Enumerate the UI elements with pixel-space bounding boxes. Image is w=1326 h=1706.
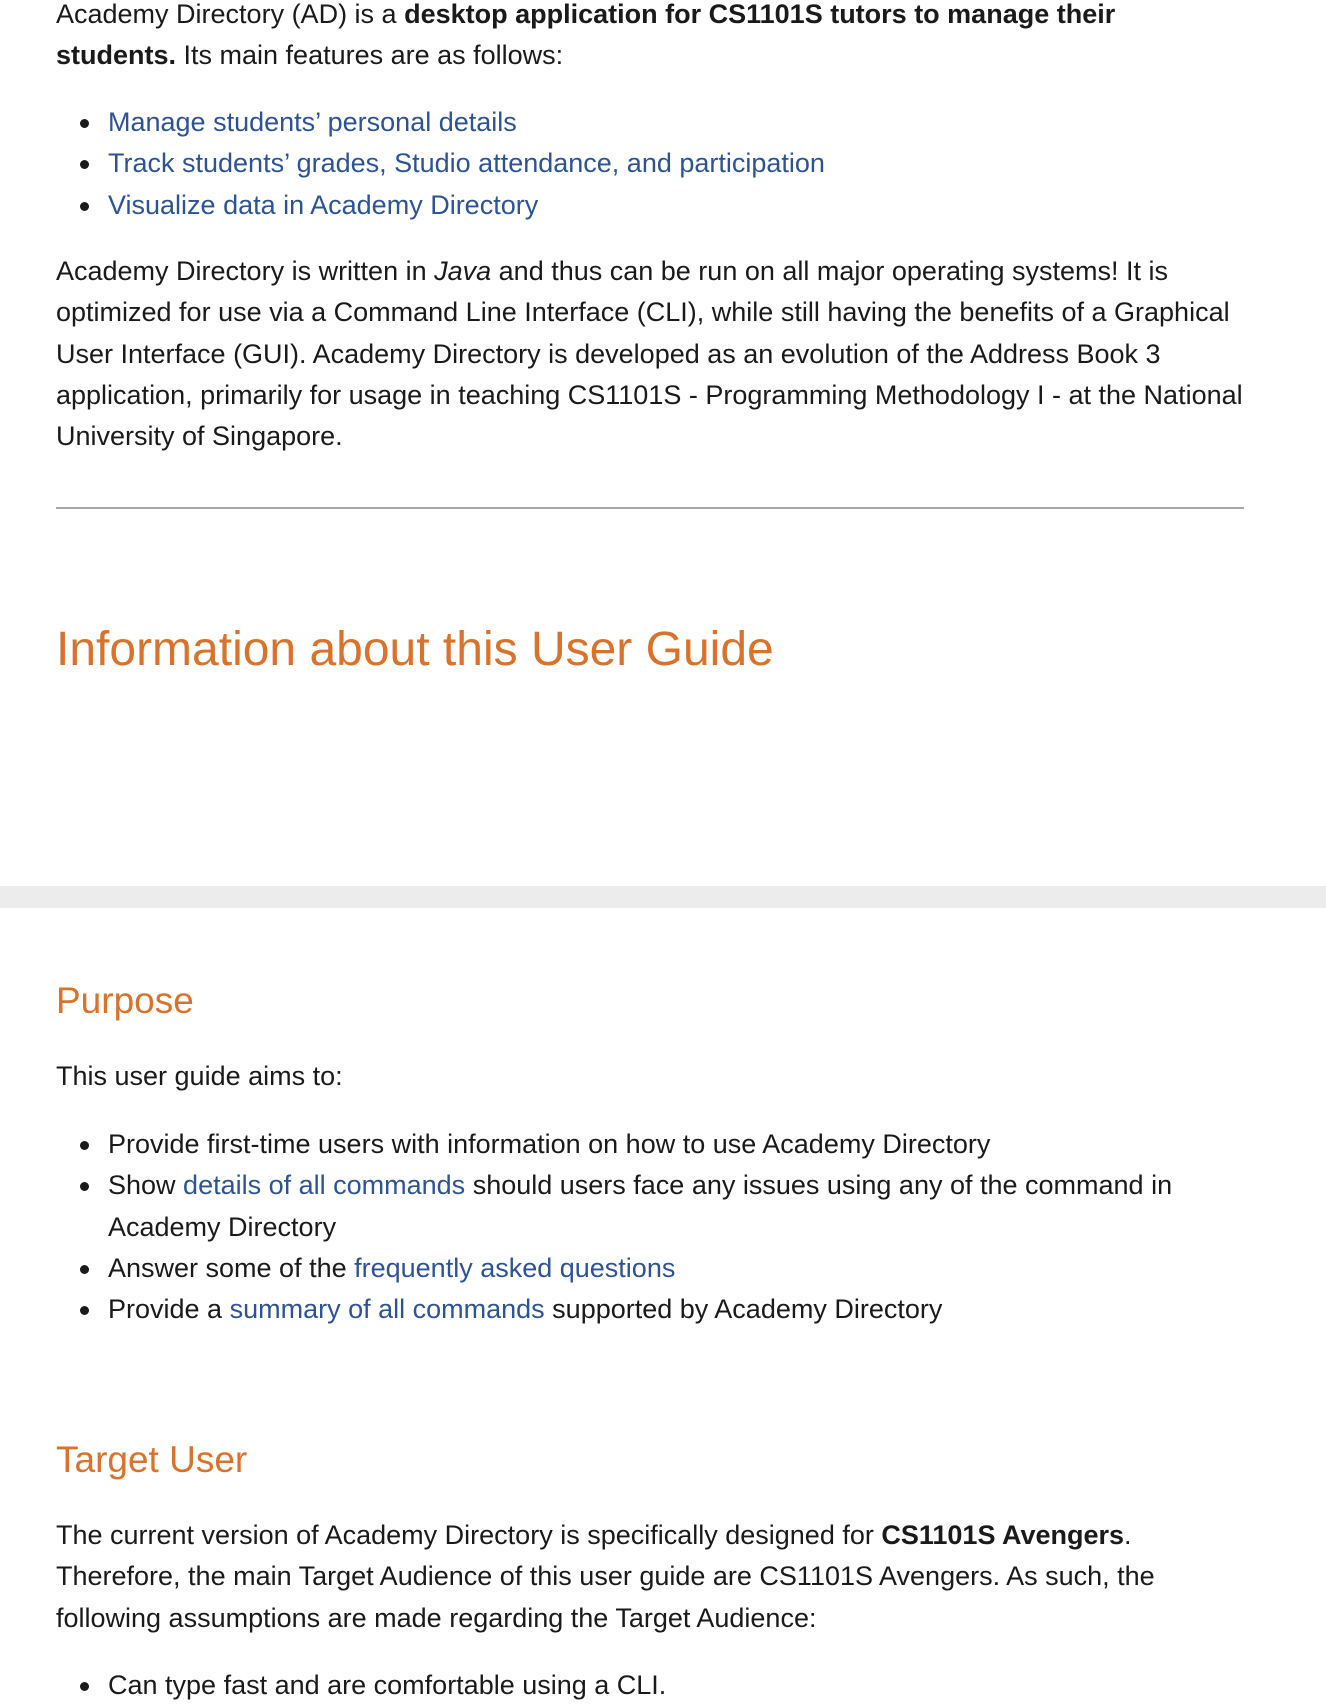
list-item: Answer some of the frequently asked ques… [56, 1248, 1244, 1289]
feature-link-visualize-data[interactable]: Visualize data in Academy Directory [108, 190, 538, 220]
section-title: Information about this User Guide [56, 623, 774, 676]
avengers-bold-text: CS1101S Avengers [881, 1520, 1125, 1550]
faq-link[interactable]: frequently asked questions [354, 1253, 675, 1283]
description-paragraph: Academy Directory is written in Java and… [56, 251, 1244, 457]
purpose-intro: This user guide aims to: [56, 1061, 343, 1091]
purpose-item-text: Show [108, 1170, 184, 1201]
list-item: Provide first-time users with informatio… [56, 1124, 1244, 1165]
purpose-item-text: Answer some of the [108, 1252, 355, 1283]
intro-paragraph: Academy Directory (AD) is a desktop appl… [56, 0, 1226, 77]
description-text: Academy Directory is written in [56, 256, 435, 286]
list-item: Track students’ grades, Studio attendanc… [56, 143, 1244, 184]
purpose-item-text: Provide first-time users with informatio… [108, 1129, 991, 1159]
feature-link-manage-students[interactable]: Manage students’ personal details [108, 107, 517, 137]
feature-list: Manage students’ personal details Track … [56, 102, 1244, 226]
intro-tail-text: Its main features are as follows: [176, 40, 564, 71]
assumption-text: Can type fast and are comfortable using … [108, 1670, 667, 1700]
intro-text: Academy Directory (AD) is a [56, 0, 405, 29]
purpose-item-text: supported by Academy Directory [544, 1294, 943, 1325]
list-item: Manage students’ personal details [56, 102, 1244, 143]
purpose-list: Provide first-time users with informatio… [56, 1124, 1244, 1330]
target-user-heading: Target User [56, 1439, 248, 1480]
purpose-heading: Purpose [56, 980, 194, 1021]
user-guide-page: Academy Directory (AD) is a desktop appl… [0, 0, 1326, 1700]
details-of-all-commands-link[interactable]: details of all commands [183, 1170, 465, 1200]
feature-link-track-grades[interactable]: Track students’ grades, Studio attendanc… [108, 148, 825, 178]
purpose-item-text: Provide a [108, 1294, 230, 1325]
target-user-paragraph: The current version of Academy Directory… [56, 1515, 1244, 1639]
target-user-text: The current version of Academy Directory… [56, 1520, 882, 1550]
section-divider [56, 507, 1244, 509]
list-item: Provide a summary of all commands suppor… [56, 1289, 1244, 1330]
section-band [0, 886, 1326, 908]
java-italic-text: Java [434, 256, 492, 286]
list-item: Show details of all commands should user… [56, 1165, 1244, 1248]
command-summary-link[interactable]: summary of all commands [230, 1294, 545, 1324]
list-item: Visualize data in Academy Directory [56, 185, 1244, 226]
